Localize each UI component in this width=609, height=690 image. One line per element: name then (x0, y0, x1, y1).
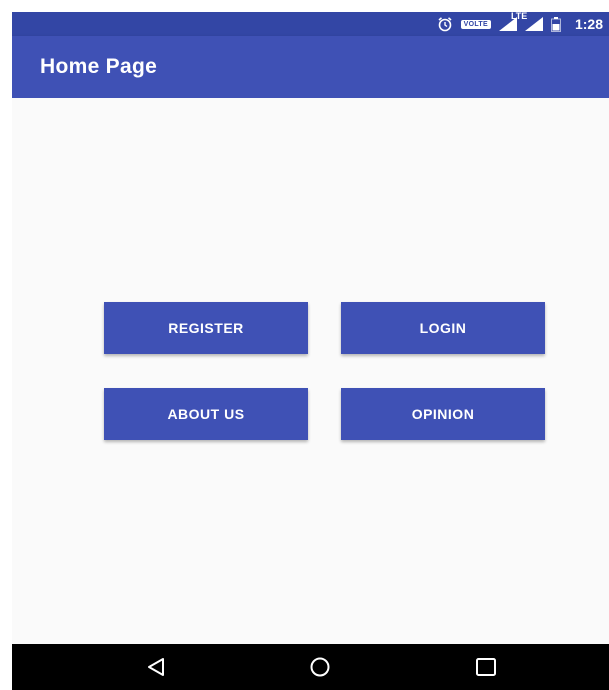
alarm-icon (437, 16, 453, 32)
recents-button[interactable] (456, 644, 516, 690)
lte-label: LTE (510, 12, 528, 21)
volte-icon: VOLTE (460, 19, 491, 29)
phone-screen: VOLTE LTE 1:28 Home Page REGISTER LOGIN … (12, 12, 609, 690)
page-title: Home Page (40, 55, 158, 78)
back-icon (148, 658, 164, 676)
home-button[interactable] (290, 644, 350, 690)
opinion-button[interactable]: OPINION (341, 388, 545, 440)
navigation-bar (12, 644, 609, 690)
status-bar: VOLTE LTE 1:28 (12, 12, 609, 36)
battery-icon (550, 16, 561, 32)
app-bar: Home Page (12, 36, 609, 98)
back-button[interactable] (126, 644, 186, 690)
register-button[interactable]: REGISTER (104, 302, 308, 354)
about-us-button[interactable]: ABOUT US (104, 388, 308, 440)
lte-signal-icon: LTE (511, 12, 543, 31)
recents-icon (476, 658, 496, 676)
login-button[interactable]: LOGIN (341, 302, 545, 354)
status-time: 1:28 (574, 16, 603, 32)
main-content: REGISTER LOGIN ABOUT US OPINION (12, 98, 609, 644)
home-icon (310, 657, 330, 677)
